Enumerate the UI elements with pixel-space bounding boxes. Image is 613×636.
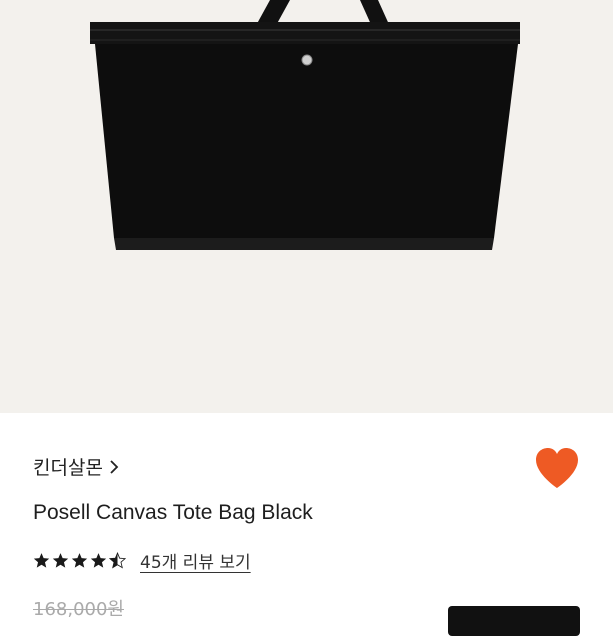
star-icon — [71, 553, 88, 568]
purchase-button[interactable] — [448, 606, 580, 636]
star-icon — [52, 553, 69, 568]
star-rating — [33, 552, 128, 569]
product-info: 킨더살몬 Posell Canvas Tote Bag Black 45개 리뷰… — [0, 413, 613, 636]
rating-row: 45개 리뷰 보기 — [33, 548, 251, 573]
original-price: 168,000원 — [33, 599, 124, 620]
brand-name: 킨더살몬 — [33, 457, 103, 479]
product-image[interactable] — [0, 0, 613, 413]
star-icon — [90, 553, 107, 568]
star-half-icon — [109, 552, 126, 569]
chevron-right-icon — [110, 459, 119, 474]
heart-icon[interactable] — [533, 446, 581, 490]
product-title: Posell Canvas Tote Bag Black — [33, 501, 313, 524]
star-icon — [33, 553, 50, 568]
brand-link[interactable]: 킨더살몬 — [33, 453, 119, 480]
review-link[interactable]: 45개 리뷰 보기 — [140, 548, 251, 573]
tote-bag-image — [90, 0, 520, 250]
